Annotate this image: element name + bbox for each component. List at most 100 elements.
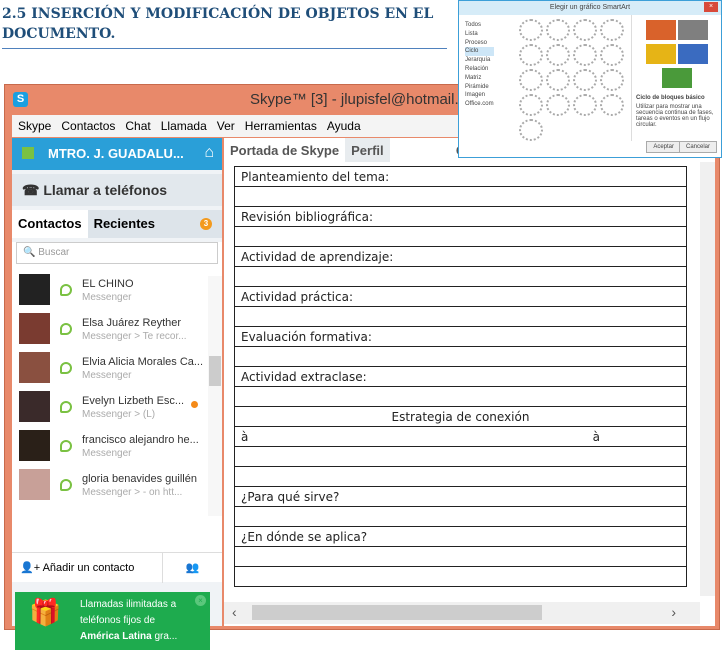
table-row[interactable] xyxy=(234,186,687,207)
list-item[interactable]: gloria benavides guillén Messenger > - on… xyxy=(12,465,222,504)
table-cell[interactable]: Actividad de aprendizaje: xyxy=(234,246,687,267)
category-item[interactable]: Matriz xyxy=(465,74,494,83)
layout-thumbnail[interactable] xyxy=(546,19,570,41)
table-row[interactable]: Actividad práctica: xyxy=(234,286,687,307)
table-cell[interactable]: Planteamiento del tema: xyxy=(234,166,687,187)
table-row[interactable] xyxy=(234,346,687,367)
table-row[interactable]: ¿Para qué sirve? xyxy=(234,486,687,507)
layout-thumbnail[interactable] xyxy=(519,119,543,141)
home-icon[interactable]: ⌂ xyxy=(204,144,214,162)
layout-thumbnail[interactable] xyxy=(573,94,597,116)
table-row[interactable]: Revisión bibliográfica: xyxy=(234,206,687,227)
layout-thumbnail[interactable] xyxy=(519,69,543,91)
promo-banner[interactable]: 🎁 × Llamadas ilimitadas a teléfonos fijo… xyxy=(15,592,210,650)
cancel-button[interactable]: Cancelar xyxy=(678,141,717,153)
table-cell[interactable] xyxy=(234,226,687,247)
menu-llamada[interactable]: Llamada xyxy=(161,119,207,133)
category-item[interactable]: Proceso xyxy=(465,39,494,48)
list-item[interactable]: Elsa Juárez Reyther Messenger > Te recor.… xyxy=(12,309,222,348)
table-cell[interactable] xyxy=(234,506,687,527)
close-icon[interactable]: × xyxy=(195,595,206,606)
menu-contactos[interactable]: Contactos xyxy=(61,119,115,133)
scroll-right-icon[interactable]: › xyxy=(671,604,676,620)
add-contact-button[interactable]: 👤+ Añadir un contacto xyxy=(12,561,142,574)
table-row[interactable]: Actividad de aprendizaje: xyxy=(234,246,687,267)
category-item[interactable]: Jerarquía xyxy=(465,56,494,65)
table-row[interactable] xyxy=(234,226,687,247)
category-item[interactable]: Office.com xyxy=(465,100,494,109)
table-cell[interactable] xyxy=(234,546,687,567)
table-cell[interactable] xyxy=(234,566,687,587)
tab-contactos[interactable]: Contactos xyxy=(12,210,88,238)
table-cell[interactable]: Revisión bibliográfica: xyxy=(234,206,687,227)
category-item[interactable]: Todos xyxy=(465,21,494,30)
list-item[interactable]: francisco alejandro he... Messenger xyxy=(12,426,222,465)
layout-thumbnail[interactable] xyxy=(600,19,624,41)
layout-thumbnail[interactable] xyxy=(573,69,597,91)
category-item[interactable]: Ciclo xyxy=(465,47,494,57)
layout-thumbnail[interactable] xyxy=(600,69,624,91)
table-row[interactable]: àà xyxy=(234,426,687,447)
user-status-button[interactable]: MTRO. J. GUADALU... ⌂ xyxy=(12,138,222,170)
table-cell[interactable]: Actividad práctica: xyxy=(234,286,687,307)
table-cell[interactable]: Evaluación formativa: xyxy=(234,326,687,347)
table-cell[interactable]: ¿En dónde se aplica? xyxy=(234,526,687,547)
list-item[interactable]: EL CHINO Messenger xyxy=(12,270,222,309)
table-row[interactable] xyxy=(234,566,687,587)
layout-thumbnail[interactable] xyxy=(573,19,597,41)
layout-thumbnail[interactable] xyxy=(519,19,543,41)
table-cell[interactable]: Actividad extraclase: xyxy=(234,366,687,387)
scroll-left-icon[interactable]: ‹ xyxy=(232,604,237,620)
table-cell[interactable]: ¿Para qué sirve? xyxy=(234,486,687,507)
layout-thumbnail[interactable] xyxy=(573,44,597,66)
table-row[interactable] xyxy=(234,446,687,467)
menu-ver[interactable]: Ver xyxy=(217,119,235,133)
category-item[interactable]: Lista xyxy=(465,30,494,39)
vertical-scrollbar[interactable] xyxy=(700,162,715,596)
table-cell[interactable] xyxy=(234,346,687,367)
table-cell[interactable] xyxy=(234,386,687,407)
layout-thumbnail[interactable] xyxy=(600,44,624,66)
scroll-thumb[interactable] xyxy=(209,356,221,386)
table-row[interactable] xyxy=(234,546,687,567)
menu-ayuda[interactable]: Ayuda xyxy=(327,119,361,133)
layout-thumbnail[interactable] xyxy=(546,44,570,66)
document-table[interactable]: Planteamiento del tema: Revisión bibliogr… xyxy=(234,166,687,587)
table-row[interactable] xyxy=(234,466,687,487)
close-icon[interactable]: × xyxy=(704,2,718,12)
tab-perfil[interactable]: Perfil xyxy=(345,138,390,162)
table-cell[interactable] xyxy=(234,186,687,207)
table-row[interactable] xyxy=(234,266,687,287)
table-row[interactable]: Evaluación formativa: xyxy=(234,326,687,347)
list-item[interactable]: Evelyn Lizbeth Esc... Messenger > (L) xyxy=(12,387,222,426)
table-row[interactable]: Actividad extraclase: xyxy=(234,366,687,387)
table-row[interactable]: Planteamiento del tema: xyxy=(234,166,687,187)
tab-portada[interactable]: Portada de Skype xyxy=(224,138,345,162)
table-row[interactable] xyxy=(234,306,687,327)
table-cell[interactable] xyxy=(234,466,687,487)
call-phones-button[interactable]: ☎ Llamar a teléfonos xyxy=(12,174,222,206)
layout-thumbnail[interactable] xyxy=(519,94,543,116)
menu-chat[interactable]: Chat xyxy=(125,119,150,133)
table-cell[interactable]: Estrategia de conexión xyxy=(234,406,687,427)
table-row[interactable]: Estrategia de conexión xyxy=(234,406,687,427)
table-cell[interactable] xyxy=(234,266,687,287)
ok-button[interactable]: Aceptar xyxy=(646,141,681,153)
category-item[interactable]: Pirámide xyxy=(465,83,494,92)
category-item[interactable]: Imagen xyxy=(465,91,494,100)
group-icon[interactable]: 👥 xyxy=(162,552,222,583)
contact-scrollbar[interactable] xyxy=(208,276,222,516)
table-cell[interactable] xyxy=(234,446,687,467)
search-input[interactable]: 🔍 Buscar xyxy=(16,242,218,264)
list-item[interactable]: Elvia Alicia Morales Ca... Messenger xyxy=(12,348,222,387)
menu-herramientas[interactable]: Herramientas xyxy=(245,119,317,133)
menu-skype[interactable]: Skype xyxy=(18,119,51,133)
layout-thumbnail[interactable] xyxy=(600,94,624,116)
table-row[interactable] xyxy=(234,386,687,407)
table-row[interactable]: ¿En dónde se aplica? xyxy=(234,526,687,547)
layout-thumbnail[interactable] xyxy=(546,69,570,91)
table-cell[interactable] xyxy=(234,306,687,327)
layout-thumbnail[interactable] xyxy=(519,44,543,66)
layout-thumbnail[interactable] xyxy=(546,94,570,116)
horizontal-scrollbar[interactable]: ‹ › xyxy=(224,602,700,624)
